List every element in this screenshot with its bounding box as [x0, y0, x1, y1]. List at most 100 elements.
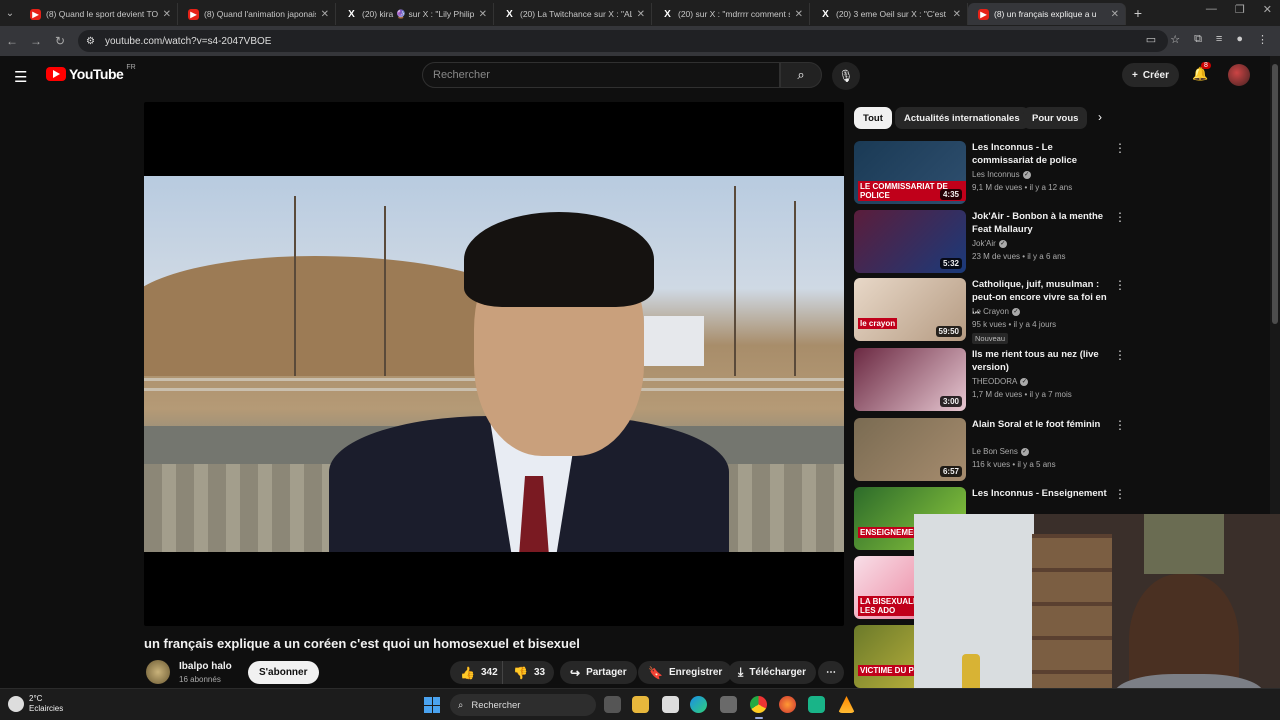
more-actions-button[interactable]: ⋯: [818, 661, 844, 684]
download-button[interactable]: ⤓ Télécharger: [728, 661, 817, 684]
create-button[interactable]: + Créer: [1122, 63, 1179, 87]
video-thumbnail[interactable]: le crayon 59:50: [854, 278, 966, 341]
forward-icon[interactable]: →: [24, 34, 48, 48]
file-explorer-icon[interactable]: [632, 696, 649, 713]
recommended-channel[interactable]: Le Crayon ✓: [972, 307, 1020, 316]
channel-name: Les Inconnus: [972, 170, 1020, 179]
recommended-channel[interactable]: Les Inconnus✓: [972, 170, 1031, 179]
recommended-title[interactable]: Les Inconnus - Le commissariat de police: [972, 141, 1110, 167]
browser-tab[interactable]: ▶ (8) Quand le sport devient TOX ✕: [20, 3, 178, 25]
menu-icon[interactable]: ☰: [14, 68, 27, 86]
tab-close-icon[interactable]: ✕: [479, 9, 487, 20]
firefox-icon[interactable]: [779, 696, 796, 713]
store-icon[interactable]: [720, 696, 737, 713]
close-window-icon[interactable]: ✕: [1263, 3, 1272, 16]
video-thumbnail[interactable]: 6:57: [854, 418, 966, 481]
recommended-video[interactable]: 6:57 Alain Soral et le foot féminin Le Bon…: [854, 418, 1134, 482]
bookmark-star-icon[interactable]: ☆: [1170, 33, 1180, 46]
taskbar-search[interactable]: ⌕ Rechercher: [450, 694, 596, 716]
tab-close-icon[interactable]: ✕: [637, 9, 645, 20]
tab-search-chevron-icon[interactable]: ⌄: [0, 0, 20, 26]
browser-tab[interactable]: ▶ (8) Quand l'animation japonaise ✕: [178, 3, 336, 25]
tab-close-icon[interactable]: ✕: [1111, 9, 1119, 20]
recommended-title[interactable]: Ils me rient tous au nez (live version): [972, 348, 1110, 374]
url-field[interactable]: ⚙ youtube.com/watch?v=s4-2047VBOE: [78, 30, 1168, 52]
browser-tab[interactable]: X (20) 3 eme Oeil sur X : "C'est tu ✕: [810, 3, 968, 25]
video-thumbnail[interactable]: LE COMMISSARIAT DE POLICE 4:35: [854, 141, 966, 204]
recommended-channel[interactable]: Jok'Air ✓: [972, 239, 1007, 248]
recommended-video[interactable]: LE COMMISSARIAT DE POLICE 4:35 Les Inconnu…: [854, 141, 1134, 205]
vlc-icon[interactable]: [838, 696, 855, 713]
browser-tab[interactable]: X (20) La Twitchance sur X : "ALER ✕: [494, 3, 652, 25]
site-info-icon[interactable]: ⚙: [86, 36, 95, 47]
url-text: youtube.com/watch?v=s4-2047VBOE: [104, 35, 272, 47]
dislike-count: 33: [533, 667, 546, 678]
task-view-icon[interactable]: [604, 696, 621, 713]
profile-icon[interactable]: ●: [1236, 33, 1243, 46]
youtube-logo[interactable]: YouTube FR: [46, 64, 136, 82]
browser-tab[interactable]: ▶ (8) un français explique a u ✕: [968, 3, 1126, 25]
share-button[interactable]: ↪ Partager: [560, 661, 637, 684]
subscribe-button[interactable]: S'abonner: [248, 661, 319, 684]
search-button[interactable]: ⌕: [780, 62, 822, 88]
media-controls-icon[interactable]: ≡: [1216, 33, 1222, 46]
recommended-video[interactable]: le crayon 59:50 Catholique, juif, musulman…: [854, 278, 1134, 344]
browser-tab[interactable]: X (20) kira 🔮 sur X : "Lily Philips ✕: [336, 3, 494, 25]
extensions-icon[interactable]: ⧉: [1194, 33, 1202, 46]
minimize-icon[interactable]: —: [1206, 3, 1217, 16]
video-thumbnail[interactable]: 3:00: [854, 348, 966, 411]
like-button[interactable]: 👍 342: [450, 661, 502, 684]
browser-menu-icon[interactable]: ⋮: [1257, 33, 1268, 46]
new-tab-button[interactable]: +: [1126, 5, 1150, 21]
new-badge: Nouveau: [972, 333, 1009, 344]
browser-tab[interactable]: X (20) sur X : "mdrrrr comment s ✕: [652, 3, 810, 25]
reload-icon[interactable]: ↻: [48, 34, 72, 48]
channel-avatar[interactable]: [146, 660, 170, 684]
x-icon: X: [348, 8, 355, 20]
weather-condition: Eclaircies: [29, 704, 64, 713]
recommended-title[interactable]: Jok'Air - Bonbon à la menthe Feat Mallau…: [972, 210, 1110, 236]
recommended-meta: 23 M de vues • il y a 6 ans: [972, 252, 1066, 261]
chip-pour-vous[interactable]: Pour vous: [1023, 107, 1088, 129]
channel-name[interactable]: Ibalpo halo: [179, 661, 232, 672]
edge-icon[interactable]: [690, 696, 707, 713]
recommended-video[interactable]: 5:32 Jok'Air - Bonbon à la menthe Feat Ma…: [854, 210, 1134, 274]
recommended-channel[interactable]: Le Bon Sens ✓: [972, 447, 1029, 456]
cast-icon[interactable]: ▭: [1146, 33, 1156, 46]
recommended-channel[interactable]: THEODORA ✓: [972, 377, 1029, 386]
video-player[interactable]: [144, 102, 844, 626]
more-options-icon[interactable]: ⋮: [1114, 141, 1126, 155]
recommended-title[interactable]: Les Inconnus - Enseignement: [972, 487, 1110, 500]
chrome-icon[interactable]: [750, 696, 767, 719]
voice-search-button[interactable]: 🎙: [832, 62, 860, 90]
restore-icon[interactable]: ❐: [1235, 3, 1245, 16]
more-options-icon[interactable]: ⋮: [1114, 210, 1126, 224]
more-options-icon[interactable]: ⋮: [1114, 278, 1126, 292]
more-options-icon[interactable]: ⋮: [1114, 348, 1126, 362]
recommended-title[interactable]: Alain Soral et le foot féminin: [972, 418, 1110, 431]
tab-close-icon[interactable]: ✕: [795, 9, 803, 20]
chevron-right-icon[interactable]: ›: [1098, 110, 1102, 124]
account-avatar[interactable]: [1228, 64, 1250, 86]
recommended-video[interactable]: 3:00 Ils me rient tous au nez (live versi…: [854, 348, 1134, 412]
tab-close-icon[interactable]: ✕: [953, 9, 961, 20]
thumbs-up-icon: 👍: [460, 665, 475, 680]
search-input[interactable]: [433, 69, 779, 81]
weather-widget[interactable]: 2°C Eclaircies: [8, 694, 63, 714]
more-options-icon[interactable]: ⋮: [1114, 487, 1126, 501]
tab-close-icon[interactable]: ✕: [163, 9, 171, 20]
save-button[interactable]: 🔖 Enregistrer: [638, 661, 733, 684]
chip-tout[interactable]: Tout: [854, 107, 892, 129]
dislike-button[interactable]: 👎 33: [502, 661, 554, 684]
chip-actualites[interactable]: Actualités internationales: [895, 107, 1029, 129]
windows-start-icon[interactable]: [424, 697, 440, 713]
notepad-icon[interactable]: [662, 696, 679, 713]
notifications-button[interactable]: 🔔 8: [1192, 62, 1211, 82]
app-icon[interactable]: [808, 696, 825, 713]
search-icon: ⌕: [458, 699, 464, 711]
tab-close-icon[interactable]: ✕: [321, 9, 329, 20]
more-options-icon[interactable]: ⋮: [1114, 418, 1126, 432]
video-thumbnail[interactable]: 5:32: [854, 210, 966, 273]
page-scrollbar[interactable]: [1270, 56, 1280, 516]
back-icon[interactable]: ←: [0, 34, 24, 48]
